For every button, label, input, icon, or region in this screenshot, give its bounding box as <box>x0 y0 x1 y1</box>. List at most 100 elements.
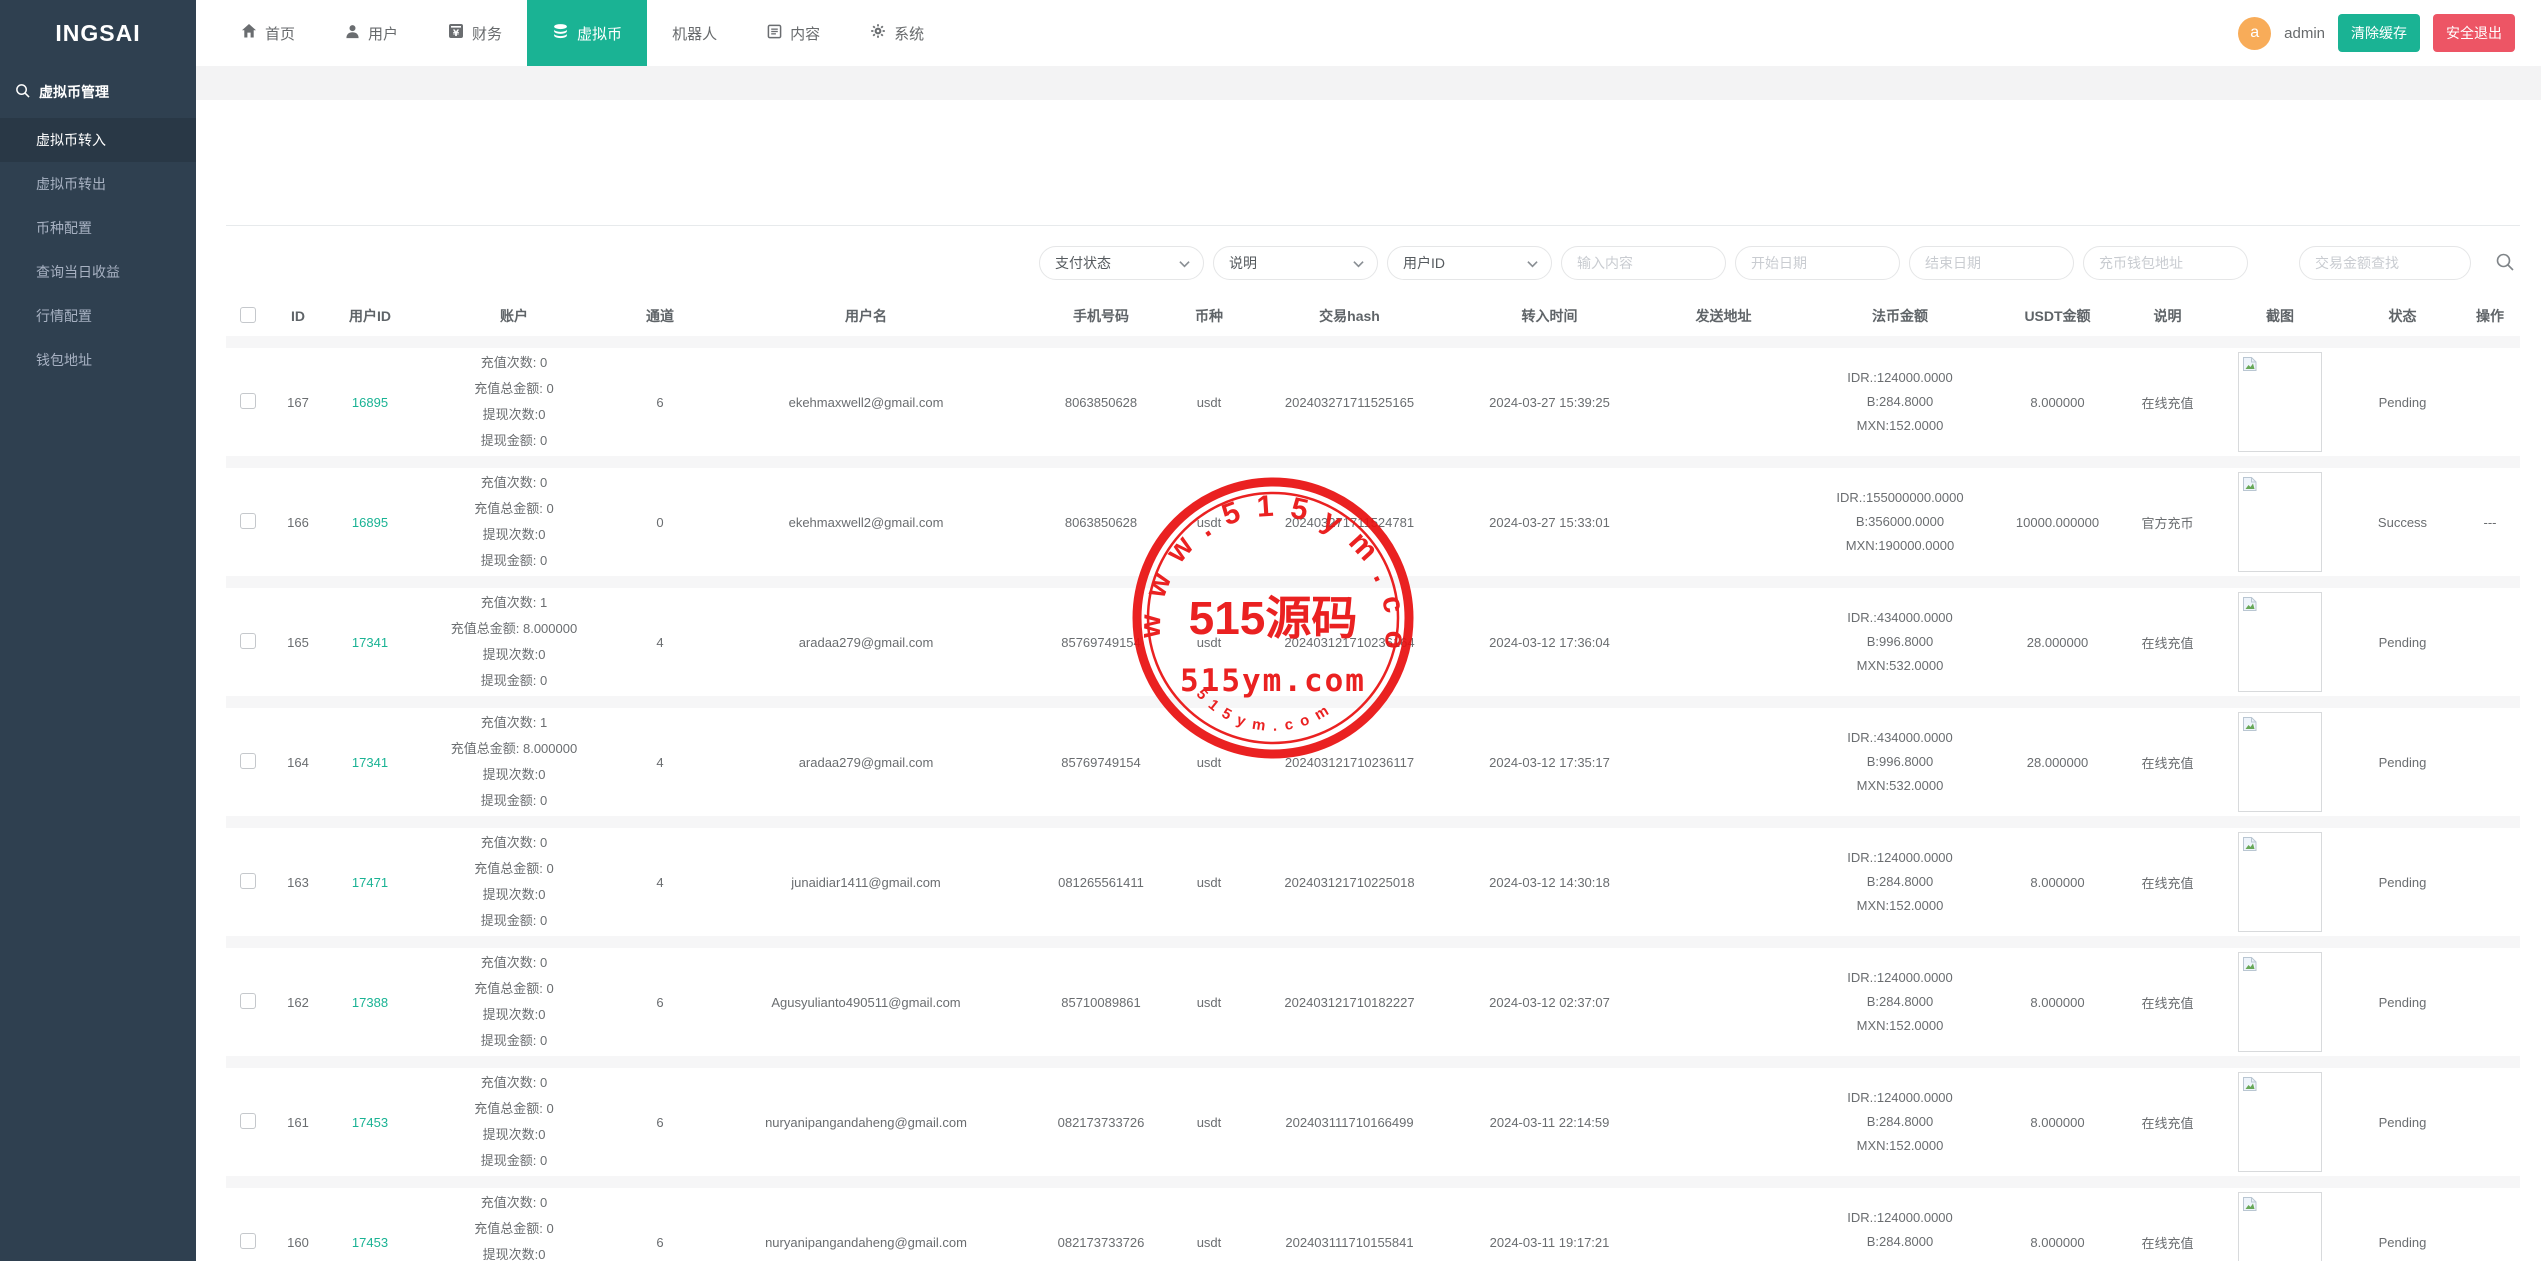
table-row: 166 16895 充值次数: 0 充值总金额: 0 提现次数:0 提现金额: … <box>226 468 2520 576</box>
nav-content[interactable]: 内容 <box>742 0 845 66</box>
cell-id: 161 <box>270 1115 326 1130</box>
cell-username: junaidiar1411@gmail.com <box>706 875 1026 890</box>
cell-phone: 85710089861 <box>1026 995 1176 1010</box>
sidebar-section-virtual-currency[interactable]: 虚拟币管理 <box>0 66 196 118</box>
user-id-link[interactable]: 17341 <box>352 635 388 650</box>
logout-button[interactable]: 安全退出 <box>2433 14 2515 52</box>
cell-coin: usdt <box>1176 515 1242 530</box>
nav-home[interactable]: 首页 <box>216 0 320 66</box>
content-panel: 支付状态 说明 用户ID ID 用户ID 账户 通道 用户名 手机号码 币种 交… <box>196 100 2541 1261</box>
select-all-checkbox[interactable] <box>240 307 256 323</box>
nav-finance[interactable]: ¥ 财务 <box>423 0 527 66</box>
header-time: 转入时间 <box>1457 306 1642 326</box>
user-id-link[interactable]: 17453 <box>352 1235 388 1250</box>
cell-phone: 85769749154 <box>1026 635 1176 650</box>
screenshot-thumbnail[interactable] <box>2238 472 2322 572</box>
header-coin: 币种 <box>1176 306 1242 326</box>
user-id-link[interactable]: 17471 <box>352 875 388 890</box>
cell-time: 2024-03-12 14:30:18 <box>1457 875 1642 890</box>
user-id-select[interactable]: 用户ID <box>1387 246 1552 280</box>
header-user-id: 用户ID <box>326 306 414 326</box>
cell-screenshot <box>2215 592 2345 692</box>
sidebar-menu: 虚拟币转入 虚拟币转出 币种配置 查询当日收益 行情配置 钱包地址 <box>0 118 196 382</box>
cell-action[interactable]: --- <box>2460 515 2520 530</box>
row-checkbox[interactable] <box>240 393 256 409</box>
screenshot-thumbnail[interactable] <box>2238 712 2322 812</box>
sidebar-item[interactable]: 行情配置 <box>0 294 196 338</box>
nav-system[interactable]: 系统 <box>845 0 949 66</box>
screenshot-thumbnail[interactable] <box>2238 952 2322 1052</box>
row-checkbox[interactable] <box>240 873 256 889</box>
cell-channel: 6 <box>614 395 706 410</box>
screenshot-thumbnail[interactable] <box>2238 1192 2322 1261</box>
screenshot-thumbnail[interactable] <box>2238 592 2322 692</box>
content-input[interactable] <box>1561 246 1726 280</box>
nav-virtual-currency[interactable]: 虚拟币 <box>527 0 647 66</box>
brand-logo: INGSAI <box>0 0 196 66</box>
row-checkbox[interactable] <box>240 513 256 529</box>
cell-coin: usdt <box>1176 875 1242 890</box>
screenshot-thumbnail[interactable] <box>2238 832 2322 932</box>
header-channel: 通道 <box>614 306 706 326</box>
cell-username: Agusyulianto490511@gmail.com <box>706 995 1026 1010</box>
nav-robot[interactable]: 机器人 <box>647 0 742 66</box>
table-row: 161 17453 充值次数: 0 充值总金额: 0 提现次数:0 提现金额: … <box>226 1068 2520 1176</box>
user-id-link[interactable]: 16895 <box>352 395 388 410</box>
end-date-input[interactable] <box>1909 246 2074 280</box>
search-button[interactable] <box>2495 252 2515 275</box>
user-id-link[interactable]: 16895 <box>352 515 388 530</box>
cell-status: Pending <box>2345 875 2460 890</box>
cell-remark: 在线充值 <box>2120 753 2215 772</box>
row-checkbox[interactable] <box>240 633 256 649</box>
user-id-link[interactable]: 17453 <box>352 1115 388 1130</box>
row-checkbox[interactable] <box>240 753 256 769</box>
panel-divider <box>226 225 2520 226</box>
row-checkbox[interactable] <box>240 1113 256 1129</box>
row-checkbox-cell <box>226 633 270 652</box>
sidebar-item[interactable]: 虚拟币转出 <box>0 162 196 206</box>
header-account: 账户 <box>414 306 614 326</box>
cell-account: 充值次数: 0 充值总金额: 0 提现次数:0 提现金额: 0 <box>414 1190 614 1261</box>
amount-search-input[interactable] <box>2299 246 2471 280</box>
screenshot-thumbnail[interactable] <box>2238 352 2322 452</box>
cell-usdt-amount: 8.000000 <box>1995 875 2120 890</box>
cell-coin: usdt <box>1176 995 1242 1010</box>
sidebar-item[interactable]: 币种配置 <box>0 206 196 250</box>
cell-fiat-amount: IDR.:434000.0000 B:996.8000 MXN:532.0000 <box>1805 606 1995 678</box>
sidebar-item[interactable]: 虚拟币转入 <box>0 118 196 162</box>
select-all-cell <box>226 307 270 326</box>
payment-status-select[interactable]: 支付状态 <box>1039 246 1204 280</box>
cell-channel: 4 <box>614 755 706 770</box>
start-date-input[interactable] <box>1735 246 1900 280</box>
cell-phone: 8063850628 <box>1026 515 1176 530</box>
avatar[interactable]: a <box>2238 17 2271 50</box>
user-id-link[interactable]: 17388 <box>352 995 388 1010</box>
nav-users[interactable]: 用户 <box>320 0 423 66</box>
user-id-link[interactable]: 17341 <box>352 755 388 770</box>
sidebar-item[interactable]: 查询当日收益 <box>0 250 196 294</box>
cell-time: 2024-03-12 17:36:04 <box>1457 635 1642 650</box>
cell-hash: 202403121710236164 <box>1242 635 1457 650</box>
table-row: 160 17453 充值次数: 0 充值总金额: 0 提现次数:0 提现金额: … <box>226 1188 2520 1261</box>
sidebar-item[interactable]: 钱包地址 <box>0 338 196 382</box>
cell-remark: 在线充值 <box>2120 873 2215 892</box>
clear-cache-button[interactable]: 清除缓存 <box>2338 14 2420 52</box>
cell-id: 162 <box>270 995 326 1010</box>
cell-status: Pending <box>2345 1235 2460 1250</box>
screenshot-thumbnail[interactable] <box>2238 1072 2322 1172</box>
select-value: 说明 <box>1229 253 1257 273</box>
sidebar-item-label: 查询当日收益 <box>36 264 120 280</box>
wallet-address-input[interactable] <box>2083 246 2248 280</box>
table-row: 162 17388 充值次数: 0 充值总金额: 0 提现次数:0 提现金额: … <box>226 948 2520 1056</box>
cell-id: 165 <box>270 635 326 650</box>
nav-label: 机器人 <box>672 23 717 44</box>
cell-account: 充值次数: 0 充值总金额: 0 提现次数:0 提现金额: 0 <box>414 1070 614 1174</box>
cell-username: aradaa279@gmail.com <box>706 635 1026 650</box>
remark-select[interactable]: 说明 <box>1213 246 1378 280</box>
sidebar-item-label: 行情配置 <box>36 308 92 324</box>
cell-status: Pending <box>2345 995 2460 1010</box>
cell-hash: 202403111710155841 <box>1242 1235 1457 1250</box>
cell-usdt-amount: 8.000000 <box>1995 995 2120 1010</box>
row-checkbox[interactable] <box>240 1233 256 1249</box>
row-checkbox[interactable] <box>240 993 256 1009</box>
